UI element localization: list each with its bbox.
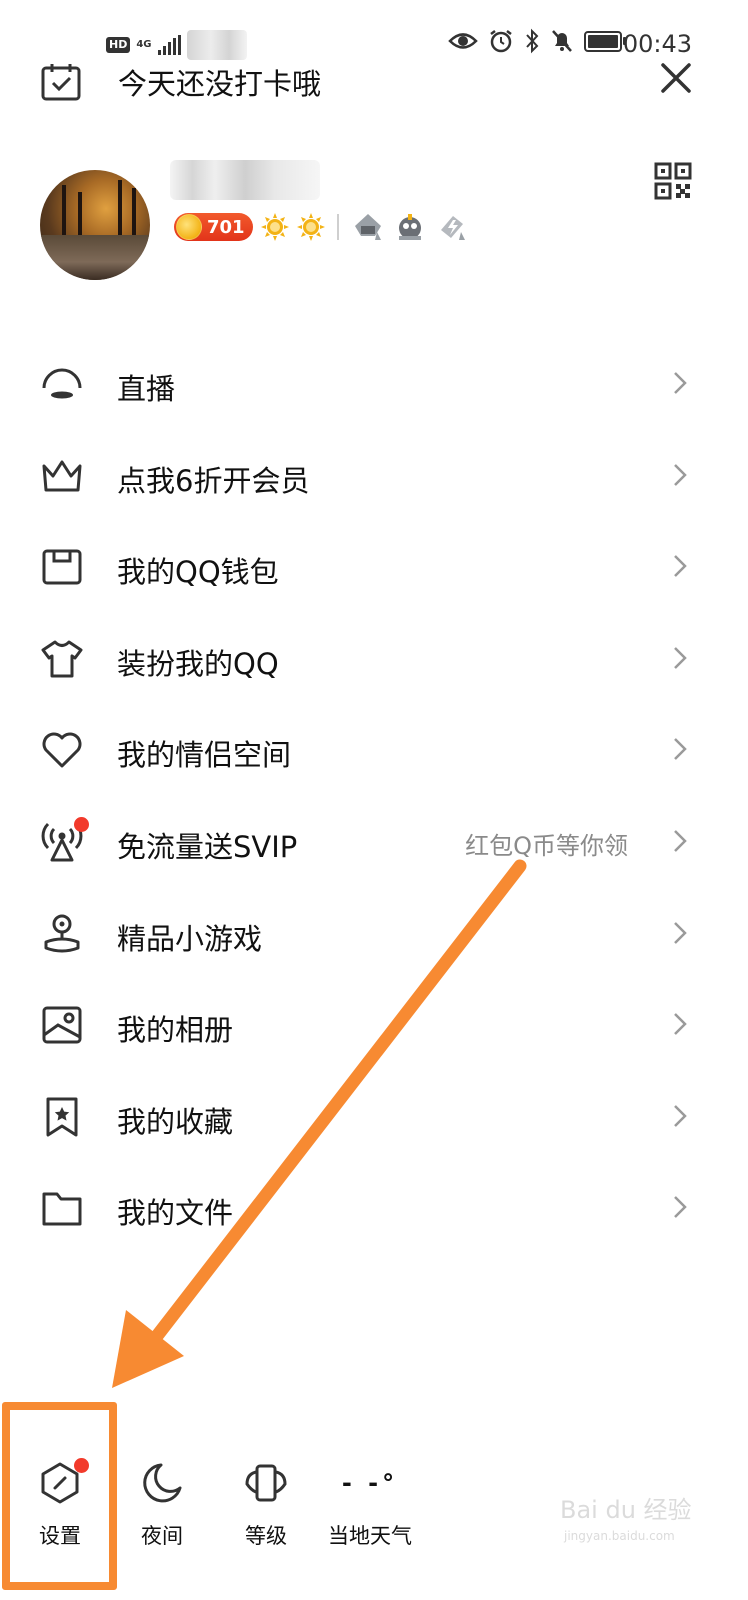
menu-item-games[interactable]: 精品小游戏 (0, 888, 748, 980)
menu-label: 直播 (117, 372, 176, 406)
shirt-icon (41, 640, 83, 678)
menu-label: 我的文件 (117, 1196, 234, 1231)
chevron-right-icon (674, 1196, 687, 1219)
menu-item-favorites[interactable]: 我的收藏 (0, 1071, 748, 1163)
status-right (448, 28, 626, 54)
level-badge: 701 (174, 213, 253, 241)
checkin-row[interactable]: 今天还没打卡哦 (40, 60, 321, 104)
menu-item-files[interactable]: 我的文件 (0, 1162, 748, 1254)
chevron-right-icon (674, 372, 687, 394)
notification-dot (74, 816, 89, 832)
svg-text:Bai du 经验: Bai du 经验 (560, 1496, 692, 1524)
avatar[interactable] (40, 170, 150, 280)
folder-icon (42, 1192, 82, 1226)
menu-label: 我的情侣空间 (117, 738, 292, 773)
menu-label: 装扮我的QQ (117, 646, 279, 681)
menu-item-album[interactable]: 我的相册 (0, 979, 748, 1071)
level-number: 701 (207, 216, 245, 238)
menu-label: 免流量送SVIP (117, 829, 298, 864)
game-icon (44, 914, 80, 953)
alarm-icon (490, 30, 512, 53)
weather-icon: - -° (341, 1469, 399, 1497)
bottom-item-weather[interactable]: - -° 当地天气 (322, 1460, 418, 1550)
close-icon[interactable] (658, 60, 694, 96)
status-left: HD 4G (106, 30, 247, 60)
bottom-label: 当地天气 (328, 1524, 412, 1548)
bottom-label: 等级 (245, 1524, 287, 1548)
chevron-right-icon (674, 555, 687, 578)
svg-text:jingyan.baidu.com: jingyan.baidu.com (563, 1529, 675, 1543)
sun-level-icon (260, 213, 289, 241)
signal-icon (157, 35, 181, 55)
live-icon (42, 368, 82, 399)
badge-row[interactable]: 701 (174, 210, 469, 244)
menu-item-couple-space[interactable]: 我的情侣空间 (0, 704, 748, 796)
menu-label: 我的QQ钱包 (117, 555, 279, 590)
chevron-right-icon (674, 921, 687, 944)
badge-divider (336, 214, 339, 240)
checkin-text: 今天还没打卡哦 (118, 67, 322, 101)
blurred-carrier (186, 30, 247, 60)
menu-label: 点我6折开会员 (117, 463, 310, 498)
bottom-label: 夜间 (141, 1524, 183, 1548)
coin-icon (176, 214, 202, 240)
chevron-right-icon (674, 830, 687, 852)
bottom-item-level[interactable]: 等级 (218, 1460, 314, 1550)
menu-item-vip[interactable]: 点我6折开会员 (0, 430, 748, 522)
menu-list: 直播 点我6折开会员 我的QQ钱包 装扮我的QQ 我的情侣空间 免流量送SVIP… (0, 338, 748, 1254)
bot-badge-icon (398, 214, 421, 240)
chevron-right-icon (674, 738, 687, 761)
menu-item-free-svip[interactable]: 免流量送SVIP 红包Q币等你领 (0, 796, 748, 888)
network-type: 4G (136, 39, 152, 50)
level-icon (245, 1464, 287, 1502)
mute-icon (552, 30, 572, 52)
battery-icon (584, 30, 626, 52)
chevron-right-icon (674, 646, 687, 669)
highlight-box (2, 1402, 117, 1590)
menu-label: 精品小游戏 (117, 921, 263, 956)
moon-icon (143, 1463, 182, 1503)
menu-item-live[interactable]: 直播 (0, 338, 748, 430)
wallet-icon (42, 549, 82, 585)
menu-label: 我的相册 (117, 1013, 234, 1048)
calendar-check-icon (41, 64, 81, 101)
bluetooth-icon (526, 28, 539, 54)
chevron-right-icon (674, 1013, 687, 1036)
heart-icon (42, 732, 82, 768)
clock: 00:43 (622, 30, 692, 58)
menu-hint: 红包Q币等你领 (465, 831, 628, 860)
hd-indicator: HD (106, 37, 131, 53)
menu-label: 我的收藏 (117, 1104, 234, 1139)
bottom-item-night[interactable]: 夜间 (114, 1460, 210, 1550)
album-icon (42, 1006, 82, 1044)
lightning-badge-icon (440, 216, 465, 240)
baidu-watermark: Bai du 经验 jingyan.baidu.com (560, 1496, 692, 1543)
qr-code-icon[interactable] (654, 162, 692, 200)
bookmark-icon (46, 1097, 78, 1137)
crown-icon (42, 460, 82, 492)
penguin-badge-icon (354, 214, 381, 240)
chevron-right-icon (674, 463, 687, 486)
menu-item-dressup[interactable]: 装扮我的QQ (0, 613, 748, 705)
username-blurred (170, 160, 320, 200)
eye-icon (448, 33, 478, 49)
chevron-right-icon (674, 1104, 687, 1127)
sun-level-icon (296, 213, 325, 241)
menu-item-wallet[interactable]: 我的QQ钱包 (0, 521, 748, 613)
